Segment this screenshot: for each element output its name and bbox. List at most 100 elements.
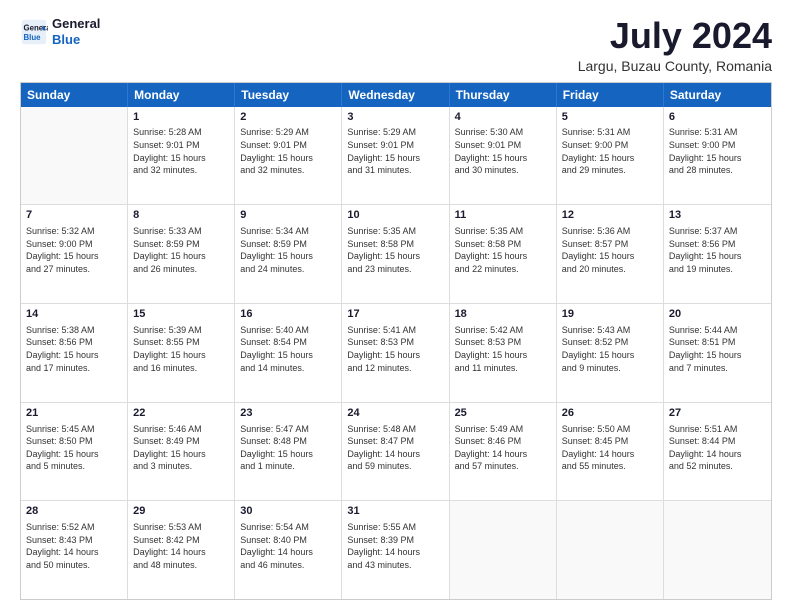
day-info: Sunrise: 5:43 AM Sunset: 8:52 PM Dayligh…: [562, 324, 658, 374]
calendar-cell: 16 Sunrise: 5:40 AM Sunset: 8:54 PM Dayli…: [235, 304, 342, 402]
day-number: 1: [133, 110, 229, 125]
calendar-day-header: Thursday: [450, 83, 557, 107]
day-info: Sunrise: 5:55 AM Sunset: 8:39 PM Dayligh…: [347, 521, 443, 571]
day-number: 7: [26, 208, 122, 223]
day-number: 30: [240, 504, 336, 519]
day-info: Sunrise: 5:38 AM Sunset: 8:56 PM Dayligh…: [26, 324, 122, 374]
calendar-cell: 18 Sunrise: 5:42 AM Sunset: 8:53 PM Dayli…: [450, 304, 557, 402]
calendar-cell: 22Sunrise: 5:46 AM Sunset: 8:49 PM Dayli…: [128, 403, 235, 501]
logo-blue: Blue: [52, 32, 80, 47]
calendar: SundayMondayTuesdayWednesdayThursdayFrid…: [20, 82, 772, 600]
calendar-week: 1Sunrise: 5:28 AM Sunset: 9:01 PM Daylig…: [21, 107, 771, 206]
day-info: Sunrise: 5:42 AM Sunset: 8:53 PM Dayligh…: [455, 324, 551, 374]
calendar-cell: 13 Sunrise: 5:37 AM Sunset: 8:56 PM Dayli…: [664, 205, 771, 303]
calendar-cell: 9Sunrise: 5:34 AM Sunset: 8:59 PM Daylig…: [235, 205, 342, 303]
day-info: Sunrise: 5:50 AM Sunset: 8:45 PM Dayligh…: [562, 423, 658, 473]
day-number: 12: [562, 208, 658, 223]
day-info: Sunrise: 5:40 AM Sunset: 8:54 PM Dayligh…: [240, 324, 336, 374]
day-number: 20: [669, 307, 766, 322]
logo-general: General: [52, 16, 100, 31]
calendar-cell: 4Sunrise: 5:30 AM Sunset: 9:01 PM Daylig…: [450, 107, 557, 205]
day-number: 27: [669, 406, 766, 421]
day-number: 10: [347, 208, 443, 223]
calendar-cell: 10 Sunrise: 5:35 AM Sunset: 8:58 PM Dayli…: [342, 205, 449, 303]
calendar-cell: 5Sunrise: 5:31 AM Sunset: 9:00 PM Daylig…: [557, 107, 664, 205]
day-number: 14: [26, 307, 122, 322]
logo-icon: General Blue: [20, 18, 48, 46]
calendar-cell: 23Sunrise: 5:47 AM Sunset: 8:48 PM Dayli…: [235, 403, 342, 501]
day-info: Sunrise: 5:31 AM Sunset: 9:00 PM Dayligh…: [669, 126, 766, 176]
calendar-cell: 19 Sunrise: 5:43 AM Sunset: 8:52 PM Dayli…: [557, 304, 664, 402]
calendar-cell: 30Sunrise: 5:54 AM Sunset: 8:40 PM Dayli…: [235, 501, 342, 599]
calendar-cell: 29 Sunrise: 5:53 AM Sunset: 8:42 PM Dayli…: [128, 501, 235, 599]
day-number: 6: [669, 110, 766, 125]
calendar-cell: [450, 501, 557, 599]
day-number: 5: [562, 110, 658, 125]
day-number: 29: [133, 504, 229, 519]
calendar-cell: 20 Sunrise: 5:44 AM Sunset: 8:51 PM Dayli…: [664, 304, 771, 402]
day-info: Sunrise: 5:49 AM Sunset: 8:46 PM Dayligh…: [455, 423, 551, 473]
day-number: 22: [133, 406, 229, 421]
day-number: 11: [455, 208, 551, 223]
calendar-cell: [21, 107, 128, 205]
day-number: 25: [455, 406, 551, 421]
day-number: 21: [26, 406, 122, 421]
day-info: Sunrise: 5:48 AM Sunset: 8:47 PM Dayligh…: [347, 423, 443, 473]
day-info: Sunrise: 5:32 AM Sunset: 9:00 PM Dayligh…: [26, 225, 122, 275]
calendar-week: 28Sunrise: 5:52 AM Sunset: 8:43 PM Dayli…: [21, 501, 771, 599]
day-number: 18: [455, 307, 551, 322]
main-title: July 2024: [578, 16, 772, 56]
calendar-cell: 12Sunrise: 5:36 AM Sunset: 8:57 PM Dayli…: [557, 205, 664, 303]
day-number: 3: [347, 110, 443, 125]
calendar-header: SundayMondayTuesdayWednesdayThursdayFrid…: [21, 83, 771, 107]
day-info: Sunrise: 5:30 AM Sunset: 9:01 PM Dayligh…: [455, 126, 551, 176]
calendar-cell: 3Sunrise: 5:29 AM Sunset: 9:01 PM Daylig…: [342, 107, 449, 205]
day-info: Sunrise: 5:52 AM Sunset: 8:43 PM Dayligh…: [26, 521, 122, 571]
calendar-cell: [557, 501, 664, 599]
day-number: 13: [669, 208, 766, 223]
calendar-cell: 26Sunrise: 5:50 AM Sunset: 8:45 PM Dayli…: [557, 403, 664, 501]
day-number: 24: [347, 406, 443, 421]
day-info: Sunrise: 5:29 AM Sunset: 9:01 PM Dayligh…: [347, 126, 443, 176]
day-number: 4: [455, 110, 551, 125]
calendar-cell: 15Sunrise: 5:39 AM Sunset: 8:55 PM Dayli…: [128, 304, 235, 402]
day-number: 31: [347, 504, 443, 519]
day-info: Sunrise: 5:53 AM Sunset: 8:42 PM Dayligh…: [133, 521, 229, 571]
day-info: Sunrise: 5:35 AM Sunset: 8:58 PM Dayligh…: [455, 225, 551, 275]
subtitle: Largu, Buzau County, Romania: [578, 58, 772, 74]
title-block: July 2024 Largu, Buzau County, Romania: [578, 16, 772, 74]
day-number: 19: [562, 307, 658, 322]
calendar-day-header: Sunday: [21, 83, 128, 107]
day-number: 17: [347, 307, 443, 322]
day-info: Sunrise: 5:45 AM Sunset: 8:50 PM Dayligh…: [26, 423, 122, 473]
calendar-cell: 28Sunrise: 5:52 AM Sunset: 8:43 PM Dayli…: [21, 501, 128, 599]
calendar-cell: 11 Sunrise: 5:35 AM Sunset: 8:58 PM Dayli…: [450, 205, 557, 303]
calendar-day-header: Wednesday: [342, 83, 449, 107]
calendar-body: 1Sunrise: 5:28 AM Sunset: 9:01 PM Daylig…: [21, 107, 771, 599]
day-number: 8: [133, 208, 229, 223]
calendar-page: General Blue General Blue July 2024 Larg…: [0, 0, 792, 612]
calendar-cell: 24 Sunrise: 5:48 AM Sunset: 8:47 PM Dayli…: [342, 403, 449, 501]
day-info: Sunrise: 5:37 AM Sunset: 8:56 PM Dayligh…: [669, 225, 766, 275]
day-info: Sunrise: 5:39 AM Sunset: 8:55 PM Dayligh…: [133, 324, 229, 374]
calendar-cell: 1Sunrise: 5:28 AM Sunset: 9:01 PM Daylig…: [128, 107, 235, 205]
day-info: Sunrise: 5:28 AM Sunset: 9:01 PM Dayligh…: [133, 126, 229, 176]
day-info: Sunrise: 5:29 AM Sunset: 9:01 PM Dayligh…: [240, 126, 336, 176]
calendar-week: 14 Sunrise: 5:38 AM Sunset: 8:56 PM Dayli…: [21, 304, 771, 403]
day-info: Sunrise: 5:41 AM Sunset: 8:53 PM Dayligh…: [347, 324, 443, 374]
day-number: 9: [240, 208, 336, 223]
day-number: 23: [240, 406, 336, 421]
calendar-week: 7 Sunrise: 5:32 AM Sunset: 9:00 PM Daylig…: [21, 205, 771, 304]
day-info: Sunrise: 5:35 AM Sunset: 8:58 PM Dayligh…: [347, 225, 443, 275]
logo: General Blue General Blue: [20, 16, 100, 47]
calendar-week: 21 Sunrise: 5:45 AM Sunset: 8:50 PM Dayli…: [21, 403, 771, 502]
page-header: General Blue General Blue July 2024 Larg…: [20, 16, 772, 74]
calendar-cell: 27Sunrise: 5:51 AM Sunset: 8:44 PM Dayli…: [664, 403, 771, 501]
calendar-cell: 17 Sunrise: 5:41 AM Sunset: 8:53 PM Dayli…: [342, 304, 449, 402]
calendar-cell: 2Sunrise: 5:29 AM Sunset: 9:01 PM Daylig…: [235, 107, 342, 205]
calendar-cell: 14 Sunrise: 5:38 AM Sunset: 8:56 PM Dayli…: [21, 304, 128, 402]
calendar-cell: 25 Sunrise: 5:49 AM Sunset: 8:46 PM Dayli…: [450, 403, 557, 501]
calendar-cell: 31 Sunrise: 5:55 AM Sunset: 8:39 PM Dayli…: [342, 501, 449, 599]
day-number: 16: [240, 307, 336, 322]
day-info: Sunrise: 5:44 AM Sunset: 8:51 PM Dayligh…: [669, 324, 766, 374]
